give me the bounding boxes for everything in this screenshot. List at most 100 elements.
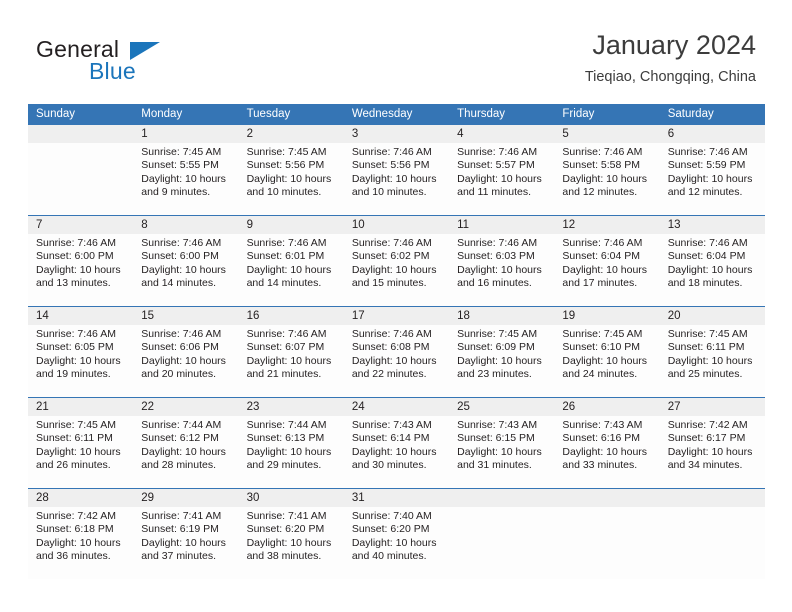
day-detail-line: Daylight: 10 hours [246,172,332,185]
day-detail-line: Sunrise: 7:45 AM [246,146,327,158]
day-detail-line: Daylight: 10 hours [36,263,121,276]
day-number-19[interactable]: 19 [554,307,659,325]
day-cell-30[interactable]: Sunrise: 7:41 AM Sunset: 6:20 PM Daylight:… [239,507,344,579]
day-detail-line: Daylight: 10 hours [667,263,753,276]
day-number-empty [28,125,133,143]
day-detail-line: Daylight: 10 hours [141,354,226,367]
day-cell-10[interactable]: Sunrise: 7:46 AM Sunset: 6:02 PM Daylight:… [344,234,449,306]
day-number-6[interactable]: 6 [660,125,765,143]
day-cell-24[interactable]: Sunrise: 7:43 AM Sunset: 6:14 PM Daylight:… [344,416,449,488]
week-day-details: Sunrise: 7:42 AM Sunset: 6:18 PM Daylight:… [28,507,765,579]
day-number-8[interactable]: 8 [133,216,238,234]
day-detail-line: Daylight: 10 hours [141,263,226,276]
day-detail-line: Daylight: 10 hours [667,445,753,458]
day-cell-12[interactable]: Sunrise: 7:46 AM Sunset: 6:04 PM Daylight:… [554,234,659,306]
page-header: General Blue January 2024 Tieqiao, Chong… [0,0,792,98]
day-number-5[interactable]: 5 [554,125,659,143]
day-detail-line: and 37 minutes. [141,550,216,563]
day-cell-26[interactable]: Sunrise: 7:43 AM Sunset: 6:16 PM Daylight:… [554,416,659,488]
day-number-14[interactable]: 14 [28,307,133,325]
day-number-11[interactable]: 11 [449,216,554,234]
weekday-header-tuesday: Tuesday [246,108,291,120]
day-number-30[interactable]: 30 [239,489,344,507]
day-detail-line: Sunset: 6:04 PM [562,250,641,263]
day-number-1[interactable]: 1 [133,125,238,143]
day-number-24[interactable]: 24 [344,398,449,416]
day-number-13[interactable]: 13 [660,216,765,234]
day-detail-line: Sunrise: 7:46 AM [141,328,222,340]
day-cell-7[interactable]: Sunrise: 7:46 AM Sunset: 6:00 PM Daylight:… [28,234,133,306]
day-cell-31[interactable]: Sunrise: 7:40 AM Sunset: 6:20 PM Daylight:… [344,507,449,579]
day-number-17[interactable]: 17 [344,307,449,325]
page-subtitle: Tieqiao, Chongqing, China [584,69,756,85]
day-number-15[interactable]: 15 [133,307,238,325]
day-number-28[interactable]: 28 [28,489,133,507]
day-detail-line: and 21 minutes. [246,368,322,381]
day-cell-3[interactable]: Sunrise: 7:46 AM Sunset: 5:56 PM Daylight:… [344,143,449,215]
day-detail-line: Daylight: 10 hours [36,445,121,458]
day-cell-8[interactable]: Sunrise: 7:46 AM Sunset: 6:00 PM Daylight:… [133,234,238,306]
day-detail-line: Sunset: 6:03 PM [457,250,535,263]
day-cell-11[interactable]: Sunrise: 7:46 AM Sunset: 6:03 PM Daylight:… [449,234,554,306]
day-number-9[interactable]: 9 [239,216,344,234]
day-detail-line: and 12 minutes. [562,186,638,199]
day-number-31[interactable]: 31 [344,489,449,507]
calendar-week-row: 1 2 3 4 5 6 Sunrise: 7:45 AM Sunset: 5:55 PM Day… [28,125,765,215]
day-cell-22[interactable]: Sunrise: 7:44 AM Sunset: 6:12 PM Daylight:… [133,416,238,488]
day-number-27[interactable]: 27 [660,398,765,416]
day-cell-17[interactable]: Sunrise: 7:46 AM Sunset: 6:08 PM Daylight:… [344,325,449,397]
day-number-12[interactable]: 12 [554,216,659,234]
day-detail-line: and 23 minutes. [457,368,532,381]
day-detail-line: and 17 minutes. [562,277,638,290]
weekday-header-saturday: Saturday [667,108,714,120]
day-detail-line: Daylight: 10 hours [667,354,753,367]
day-number-10[interactable]: 10 [344,216,449,234]
day-detail-line: Sunset: 6:11 PM [36,432,113,445]
day-cell-15[interactable]: Sunrise: 7:46 AM Sunset: 6:06 PM Daylight:… [133,325,238,397]
day-detail-line: Sunset: 5:58 PM [562,159,641,172]
day-detail-line: Sunset: 5:55 PM [141,159,219,172]
day-number-20[interactable]: 20 [660,307,765,325]
day-cell-23[interactable]: Sunrise: 7:44 AM Sunset: 6:13 PM Daylight:… [239,416,344,488]
day-cell-5[interactable]: Sunrise: 7:46 AM Sunset: 5:58 PM Daylight:… [554,143,659,215]
day-cell-2[interactable]: Sunrise: 7:45 AM Sunset: 5:56 PM Daylight:… [239,143,344,215]
day-cell-29[interactable]: Sunrise: 7:41 AM Sunset: 6:19 PM Daylight:… [133,507,238,579]
day-number-16[interactable]: 16 [239,307,344,325]
calendar-week-row: 28 29 30 31 Sunrise: 7:42 AM Sunset: 6:18 PM D… [28,488,765,579]
day-cell-28[interactable]: Sunrise: 7:42 AM Sunset: 6:18 PM Daylight:… [28,507,133,579]
day-cell-20[interactable]: Sunrise: 7:45 AM Sunset: 6:11 PM Daylight:… [660,325,765,397]
day-number-3[interactable]: 3 [344,125,449,143]
day-number-2[interactable]: 2 [239,125,344,143]
day-detail-line: Daylight: 10 hours [36,536,121,549]
day-number-25[interactable]: 25 [449,398,554,416]
day-cell-13[interactable]: Sunrise: 7:46 AM Sunset: 6:04 PM Daylight:… [660,234,765,306]
day-detail-line: Sunrise: 7:44 AM [141,419,222,431]
day-cell-empty [660,507,765,579]
day-number-23[interactable]: 23 [239,398,344,416]
day-number-18[interactable]: 18 [449,307,554,325]
day-cell-27[interactable]: Sunrise: 7:42 AM Sunset: 6:17 PM Daylight:… [660,416,765,488]
day-number-empty [554,489,659,507]
day-cell-4[interactable]: Sunrise: 7:46 AM Sunset: 5:57 PM Daylight:… [449,143,554,215]
general-blue-logo: General Blue [36,36,236,84]
day-number-7[interactable]: 7 [28,216,133,234]
day-number-21[interactable]: 21 [28,398,133,416]
day-detail-line: Sunset: 6:05 PM [36,341,114,354]
day-number-4[interactable]: 4 [449,125,554,143]
day-number-22[interactable]: 22 [133,398,238,416]
day-detail-line: Daylight: 10 hours [351,536,437,549]
day-cell-14[interactable]: Sunrise: 7:46 AM Sunset: 6:05 PM Daylight:… [28,325,133,397]
day-cell-16[interactable]: Sunrise: 7:46 AM Sunset: 6:07 PM Daylight:… [239,325,344,397]
day-number-26[interactable]: 26 [554,398,659,416]
day-number-29[interactable]: 29 [133,489,238,507]
day-cell-9[interactable]: Sunrise: 7:46 AM Sunset: 6:01 PM Daylight:… [239,234,344,306]
day-cell-19[interactable]: Sunrise: 7:45 AM Sunset: 6:10 PM Daylight:… [554,325,659,397]
day-cell-1[interactable]: Sunrise: 7:45 AM Sunset: 5:55 PM Daylight:… [133,143,238,215]
day-cell-6[interactable]: Sunrise: 7:46 AM Sunset: 5:59 PM Daylight:… [660,143,765,215]
day-cell-21[interactable]: Sunrise: 7:45 AM Sunset: 6:11 PM Daylight:… [28,416,133,488]
day-detail-line: Sunset: 6:07 PM [246,341,325,354]
day-detail-line: Sunset: 6:01 PM [246,250,325,263]
day-cell-18[interactable]: Sunrise: 7:45 AM Sunset: 6:09 PM Daylight:… [449,325,554,397]
day-detail-line: Sunset: 6:00 PM [141,250,219,263]
day-cell-25[interactable]: Sunrise: 7:43 AM Sunset: 6:15 PM Daylight:… [449,416,554,488]
